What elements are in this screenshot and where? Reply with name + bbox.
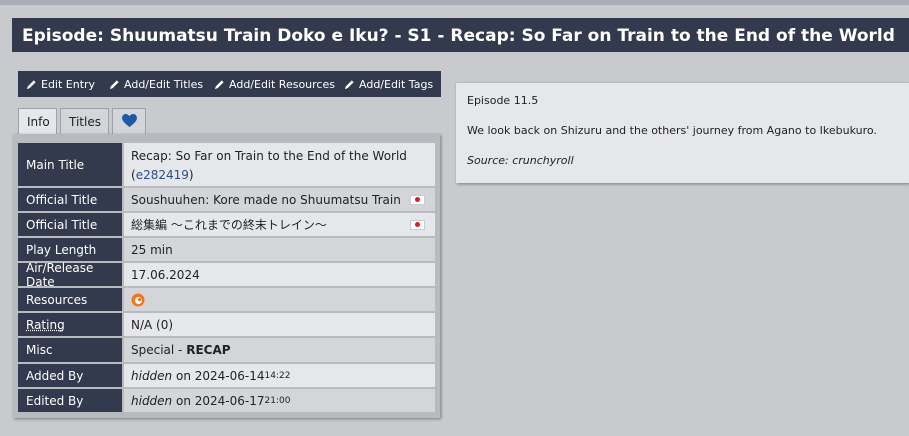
edit-resources-button[interactable]: Add/Edit Resources [206, 71, 343, 97]
tab-titles-label: Titles [69, 115, 101, 129]
row-main-title: Main Title Recap: So Far on Train to the… [18, 143, 435, 186]
edit-entry-button[interactable]: Edit Entry [18, 71, 104, 97]
added-by-value: hidden on 2024-06-14 14:22 [124, 364, 435, 387]
edit-tags-label: Add/Edit Tags [359, 78, 434, 91]
play-length-value: 25 min [124, 238, 435, 261]
added-by-user: hidden [131, 368, 173, 383]
pencil-icon [214, 80, 224, 90]
row-play-length: Play Length 25 min [18, 238, 435, 261]
page-title: Episode: Shuumatsu Train Doko e Iku? - S… [12, 18, 909, 52]
row-label: Resources [18, 288, 122, 311]
row-label: Official Title [18, 213, 122, 236]
japan-flag-icon [410, 195, 425, 205]
added-by-date: 2024-06-14 [194, 368, 265, 383]
misc-text: Special - [131, 343, 187, 357]
episode-number: Episode 11.5 [467, 94, 539, 107]
edited-by-on: on [172, 393, 195, 408]
row-label: Rating [18, 313, 122, 336]
resources-value [124, 288, 435, 311]
edit-resources-label: Add/Edit Resources [229, 78, 335, 91]
row-label: Play Length [18, 238, 122, 261]
edited-by-user: hidden [131, 393, 173, 408]
added-by-time: 14:22 [264, 370, 291, 381]
paren-close: ) [188, 168, 194, 182]
crunchyroll-icon[interactable] [131, 293, 145, 307]
rating-value: N/A (0) [124, 313, 435, 336]
top-border [0, 0, 909, 5]
row-label: Misc [18, 338, 122, 362]
pencil-icon [109, 80, 119, 90]
edit-tags-button[interactable]: Add/Edit Tags [336, 71, 442, 97]
official-title-text: 総集編 ～これまでの終末トレイン～ [131, 218, 327, 232]
edited-by-value: hidden on 2024-06-17 21:00 [124, 389, 435, 412]
row-official-title: Official Title Soushuuhen: Kore made no … [18, 188, 435, 211]
episode-id-link[interactable]: e282419 [136, 168, 189, 182]
row-misc: Misc Special - RECAP [18, 338, 435, 362]
heart-icon [122, 114, 137, 128]
row-resources: Resources [18, 288, 435, 311]
edited-by-time: 21:00 [264, 395, 291, 406]
pencil-icon [26, 80, 36, 90]
air-date-value: 17.06.2024 [124, 263, 435, 286]
row-label: Edited By [18, 389, 122, 412]
tab-info[interactable]: Info [18, 108, 57, 134]
official-title-japanese: 総集編 ～これまでの終末トレイン～ [124, 213, 435, 236]
row-rating: Rating N/A (0) [18, 313, 435, 336]
main-title-value: Recap: So Far on Train to the End of the… [124, 143, 435, 186]
description-source: Source: crunchyroll [467, 154, 574, 167]
japan-flag-icon [410, 220, 425, 230]
row-official-title: Official Title 総集編 ～これまでの終末トレイン～ [18, 213, 435, 236]
tab-favorite[interactable] [112, 108, 146, 134]
official-title-romaji: Soushuuhen: Kore made no Shuumatsu Train [124, 188, 435, 211]
info-panel: Main Title Recap: So Far on Train to the… [13, 134, 440, 418]
tab-titles[interactable]: Titles [60, 108, 109, 134]
pencil-icon [344, 80, 354, 90]
row-label: Official Title [18, 188, 122, 211]
misc-value: Special - RECAP [124, 338, 435, 362]
edit-titles-button[interactable]: Add/Edit Titles [101, 71, 212, 97]
tab-info-label: Info [27, 115, 50, 129]
row-label: Added By [18, 364, 122, 387]
description-panel: Episode 11.5 We look back on Shizuru and… [456, 83, 909, 183]
added-by-on: on [172, 368, 195, 383]
official-title-text: Soushuuhen: Kore made no Shuumatsu Train [131, 192, 401, 207]
row-label: Main Title [18, 143, 122, 186]
rating-label: Rating [26, 317, 65, 332]
row-edited-by: Edited By hidden on 2024-06-17 21:00 [18, 389, 435, 412]
episode-summary: We look back on Shizuru and the others' … [467, 124, 877, 137]
main-title-text: Recap: So Far on Train to the End of the… [131, 149, 407, 163]
misc-bold-text: RECAP [186, 343, 231, 357]
edit-titles-label: Add/Edit Titles [124, 78, 204, 91]
row-label: Air/Release Date [18, 261, 122, 289]
edit-entry-label: Edit Entry [41, 78, 96, 91]
row-air-date: Air/Release Date 17.06.2024 [18, 261, 435, 289]
row-added-by: Added By hidden on 2024-06-14 14:22 [18, 364, 435, 387]
edited-by-date: 2024-06-17 [194, 393, 265, 408]
